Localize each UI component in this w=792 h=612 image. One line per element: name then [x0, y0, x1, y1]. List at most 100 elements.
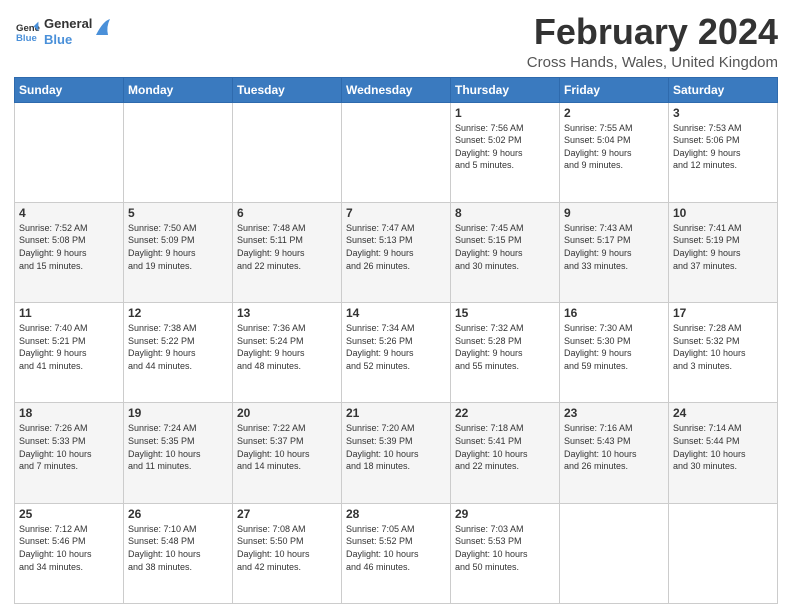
day-number: 2 — [564, 106, 664, 120]
logo-line2: Blue — [44, 32, 92, 48]
svg-text:Blue: Blue — [16, 32, 37, 43]
day-number: 20 — [237, 406, 337, 420]
calendar-cell: 17 Sunrise: 7:28 AM Sunset: 5:32 PM Dayli… — [669, 303, 778, 403]
day-number: 5 — [128, 206, 228, 220]
logo-bird-icon — [94, 17, 112, 39]
calendar-cell: 26 Sunrise: 7:10 AM Sunset: 5:48 PM Dayli… — [124, 503, 233, 603]
day-number: 29 — [455, 507, 555, 521]
weekday-header-monday: Monday — [124, 77, 233, 102]
calendar-subtitle: Cross Hands, Wales, United Kingdom — [527, 54, 778, 71]
day-number: 4 — [19, 206, 119, 220]
day-info: Sunrise: 7:32 AM Sunset: 5:28 PM Dayligh… — [455, 322, 555, 372]
weekday-header-tuesday: Tuesday — [233, 77, 342, 102]
day-info: Sunrise: 7:03 AM Sunset: 5:53 PM Dayligh… — [455, 523, 555, 573]
day-number: 18 — [19, 406, 119, 420]
calendar-cell: 28 Sunrise: 7:05 AM Sunset: 5:52 PM Dayli… — [342, 503, 451, 603]
logo: General Blue General Blue — [14, 16, 112, 47]
day-number: 23 — [564, 406, 664, 420]
calendar-cell: 10Sunrise: 7:41 AM Sunset: 5:19 PM Dayli… — [669, 202, 778, 302]
page: General Blue General Blue February 2024 … — [0, 0, 792, 612]
weekday-header-sunday: Sunday — [15, 77, 124, 102]
calendar-cell: 13 Sunrise: 7:36 AM Sunset: 5:24 PM Dayli… — [233, 303, 342, 403]
calendar-cell: 23 Sunrise: 7:16 AM Sunset: 5:43 PM Dayli… — [560, 403, 669, 503]
day-info: Sunrise: 7:26 AM Sunset: 5:33 PM Dayligh… — [19, 422, 119, 472]
calendar-cell: 24 Sunrise: 7:14 AM Sunset: 5:44 PM Dayli… — [669, 403, 778, 503]
day-number: 17 — [673, 306, 773, 320]
calendar-cell — [124, 102, 233, 202]
day-info: Sunrise: 7:47 AM Sunset: 5:13 PM Dayligh… — [346, 222, 446, 272]
calendar-cell: 6Sunrise: 7:48 AM Sunset: 5:11 PM Daylig… — [233, 202, 342, 302]
day-number: 16 — [564, 306, 664, 320]
day-info: Sunrise: 7:24 AM Sunset: 5:35 PM Dayligh… — [128, 422, 228, 472]
day-info: Sunrise: 7:10 AM Sunset: 5:48 PM Dayligh… — [128, 523, 228, 573]
calendar-cell: 25 Sunrise: 7:12 AM Sunset: 5:46 PM Dayli… — [15, 503, 124, 603]
calendar-cell: 11Sunrise: 7:40 AM Sunset: 5:21 PM Dayli… — [15, 303, 124, 403]
calendar-cell: 2 Sunrise: 7:55 AM Sunset: 5:04 PM Daylig… — [560, 102, 669, 202]
title-block: February 2024 Cross Hands, Wales, United… — [527, 12, 778, 71]
week-row-0: 1Sunrise: 7:56 AM Sunset: 5:02 PM Daylig… — [15, 102, 778, 202]
day-number: 19 — [128, 406, 228, 420]
day-info: Sunrise: 7:43 AM Sunset: 5:17 PM Dayligh… — [564, 222, 664, 272]
day-number: 6 — [237, 206, 337, 220]
calendar-cell: 18 Sunrise: 7:26 AM Sunset: 5:33 PM Dayli… — [15, 403, 124, 503]
day-info: Sunrise: 7:45 AM Sunset: 5:15 PM Dayligh… — [455, 222, 555, 272]
day-number: 9 — [564, 206, 664, 220]
logo-line1: General — [44, 16, 92, 32]
week-row-2: 11Sunrise: 7:40 AM Sunset: 5:21 PM Dayli… — [15, 303, 778, 403]
calendar-cell: 5 Sunrise: 7:50 AM Sunset: 5:09 PM Daylig… — [124, 202, 233, 302]
day-number: 27 — [237, 507, 337, 521]
header: General Blue General Blue February 2024 … — [14, 12, 778, 71]
logo-icon: General Blue — [16, 20, 40, 44]
calendar-title: February 2024 — [527, 12, 778, 52]
day-info: Sunrise: 7:36 AM Sunset: 5:24 PM Dayligh… — [237, 322, 337, 372]
day-info: Sunrise: 7:16 AM Sunset: 5:43 PM Dayligh… — [564, 422, 664, 472]
day-info: Sunrise: 7:22 AM Sunset: 5:37 PM Dayligh… — [237, 422, 337, 472]
day-info: Sunrise: 7:34 AM Sunset: 5:26 PM Dayligh… — [346, 322, 446, 372]
weekday-header-row: SundayMondayTuesdayWednesdayThursdayFrid… — [15, 77, 778, 102]
calendar-cell — [560, 503, 669, 603]
day-number: 22 — [455, 406, 555, 420]
day-number: 28 — [346, 507, 446, 521]
day-info: Sunrise: 7:41 AM Sunset: 5:19 PM Dayligh… — [673, 222, 773, 272]
calendar-cell — [342, 102, 451, 202]
calendar-cell: 14 Sunrise: 7:34 AM Sunset: 5:26 PM Dayli… — [342, 303, 451, 403]
calendar-cell: 9 Sunrise: 7:43 AM Sunset: 5:17 PM Daylig… — [560, 202, 669, 302]
day-info: Sunrise: 7:28 AM Sunset: 5:32 PM Dayligh… — [673, 322, 773, 372]
day-info: Sunrise: 7:50 AM Sunset: 5:09 PM Dayligh… — [128, 222, 228, 272]
weekday-header-wednesday: Wednesday — [342, 77, 451, 102]
day-info: Sunrise: 7:55 AM Sunset: 5:04 PM Dayligh… — [564, 122, 664, 172]
day-number: 26 — [128, 507, 228, 521]
weekday-header-saturday: Saturday — [669, 77, 778, 102]
day-info: Sunrise: 7:18 AM Sunset: 5:41 PM Dayligh… — [455, 422, 555, 472]
day-number: 13 — [237, 306, 337, 320]
day-info: Sunrise: 7:12 AM Sunset: 5:46 PM Dayligh… — [19, 523, 119, 573]
day-info: Sunrise: 7:53 AM Sunset: 5:06 PM Dayligh… — [673, 122, 773, 172]
day-number: 25 — [19, 507, 119, 521]
day-info: Sunrise: 7:38 AM Sunset: 5:22 PM Dayligh… — [128, 322, 228, 372]
calendar-cell: 16Sunrise: 7:30 AM Sunset: 5:30 PM Dayli… — [560, 303, 669, 403]
calendar-cell: 22 Sunrise: 7:18 AM Sunset: 5:41 PM Dayli… — [451, 403, 560, 503]
weekday-header-thursday: Thursday — [451, 77, 560, 102]
day-number: 24 — [673, 406, 773, 420]
day-number: 14 — [346, 306, 446, 320]
calendar-cell: 3Sunrise: 7:53 AM Sunset: 5:06 PM Daylig… — [669, 102, 778, 202]
calendar-cell: 7Sunrise: 7:47 AM Sunset: 5:13 PM Daylig… — [342, 202, 451, 302]
calendar-cell: 27Sunrise: 7:08 AM Sunset: 5:50 PM Dayli… — [233, 503, 342, 603]
calendar-cell — [15, 102, 124, 202]
week-row-1: 4 Sunrise: 7:52 AM Sunset: 5:08 PM Daylig… — [15, 202, 778, 302]
day-info: Sunrise: 7:05 AM Sunset: 5:52 PM Dayligh… — [346, 523, 446, 573]
day-info: Sunrise: 7:20 AM Sunset: 5:39 PM Dayligh… — [346, 422, 446, 472]
day-info: Sunrise: 7:56 AM Sunset: 5:02 PM Dayligh… — [455, 122, 555, 172]
day-number: 11 — [19, 306, 119, 320]
day-info: Sunrise: 7:52 AM Sunset: 5:08 PM Dayligh… — [19, 222, 119, 272]
calendar-cell: 20 Sunrise: 7:22 AM Sunset: 5:37 PM Dayli… — [233, 403, 342, 503]
weekday-header-friday: Friday — [560, 77, 669, 102]
calendar-cell: 12Sunrise: 7:38 AM Sunset: 5:22 PM Dayli… — [124, 303, 233, 403]
day-number: 21 — [346, 406, 446, 420]
day-number: 8 — [455, 206, 555, 220]
calendar-cell: 21 Sunrise: 7:20 AM Sunset: 5:39 PM Dayli… — [342, 403, 451, 503]
week-row-3: 18 Sunrise: 7:26 AM Sunset: 5:33 PM Dayli… — [15, 403, 778, 503]
day-info: Sunrise: 7:14 AM Sunset: 5:44 PM Dayligh… — [673, 422, 773, 472]
calendar-table: SundayMondayTuesdayWednesdayThursdayFrid… — [14, 77, 778, 604]
day-number: 15 — [455, 306, 555, 320]
